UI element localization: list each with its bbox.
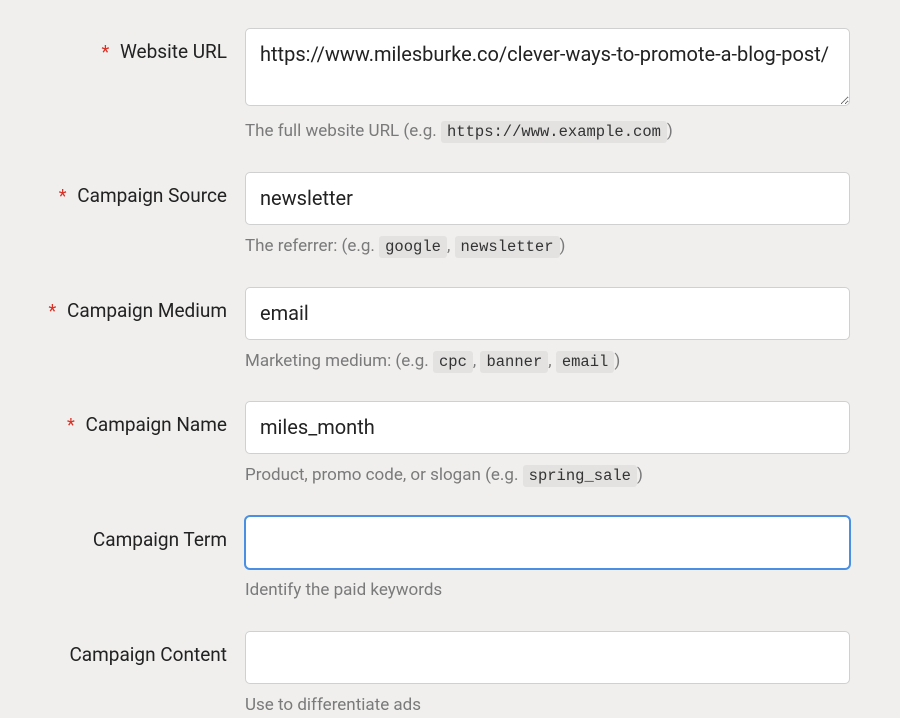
help-website-url: The full website URL (e.g. https://www.e…	[245, 120, 850, 144]
help-prefix: The referrer: (e.g.	[245, 236, 379, 256]
input-col: Marketing medium: (e.g. cpc, banner, ema…	[245, 287, 850, 374]
label-campaign-term: Campaign Term	[30, 516, 245, 551]
help-code: https://www.example.com	[441, 121, 667, 143]
input-col: The referrer: (e.g. google, newsletter)	[245, 172, 850, 259]
row-campaign-content: Campaign Content Use to differentiate ad…	[30, 631, 850, 718]
input-col: Use to differentiate ads	[245, 631, 850, 718]
required-icon: *	[102, 42, 110, 63]
label-website-url: * Website URL	[30, 28, 245, 63]
help-code: google	[379, 236, 447, 258]
help-prefix: Identify the paid keywords	[245, 580, 442, 600]
label-text: Campaign Term	[93, 528, 227, 551]
campaign-term-input[interactable]	[245, 516, 850, 569]
label-campaign-source: * Campaign Source	[30, 172, 245, 207]
label-text: Website URL	[120, 40, 227, 63]
help-suffix: )	[637, 465, 643, 485]
label-text: Campaign Source	[77, 184, 227, 207]
help-campaign-term: Identify the paid keywords	[245, 579, 850, 603]
label-text: Campaign Content	[69, 643, 227, 666]
row-campaign-source: * Campaign Source The referrer: (e.g. go…	[30, 172, 850, 259]
input-col: Identify the paid keywords	[245, 516, 850, 603]
help-campaign-medium: Marketing medium: (e.g. cpc, banner, ema…	[245, 350, 850, 374]
row-campaign-term: Campaign Term Identify the paid keywords	[30, 516, 850, 603]
row-website-url: * Website URL The full website URL (e.g.…	[30, 28, 850, 144]
sep: ,	[447, 236, 455, 256]
help-campaign-name: Product, promo code, or slogan (e.g. spr…	[245, 464, 850, 488]
help-suffix: )	[614, 351, 620, 371]
label-campaign-medium: * Campaign Medium	[30, 287, 245, 322]
help-code: newsletter	[455, 236, 560, 258]
sep: ,	[548, 351, 556, 371]
campaign-content-input[interactable]	[245, 631, 850, 684]
required-icon: *	[67, 415, 75, 436]
help-prefix: The full website URL (e.g.	[245, 121, 441, 141]
help-code: email	[556, 351, 615, 373]
help-prefix: Use to differentiate ads	[245, 695, 421, 715]
help-code: banner	[480, 351, 548, 373]
label-text: Campaign Name	[86, 413, 228, 436]
help-suffix: )	[560, 236, 566, 256]
row-campaign-name: * Campaign Name Product, promo code, or …	[30, 401, 850, 488]
label-campaign-name: * Campaign Name	[30, 401, 245, 436]
help-suffix: )	[667, 121, 673, 141]
help-campaign-content: Use to differentiate ads	[245, 694, 850, 718]
required-icon: *	[59, 186, 67, 207]
label-text: Campaign Medium	[67, 299, 227, 322]
campaign-name-input[interactable]	[245, 401, 850, 454]
label-campaign-content: Campaign Content	[30, 631, 245, 666]
required-icon: *	[49, 301, 57, 322]
input-col: The full website URL (e.g. https://www.e…	[245, 28, 850, 144]
campaign-source-input[interactable]	[245, 172, 850, 225]
campaign-medium-input[interactable]	[245, 287, 850, 340]
row-campaign-medium: * Campaign Medium Marketing medium: (e.g…	[30, 287, 850, 374]
help-code: cpc	[433, 351, 473, 373]
help-campaign-source: The referrer: (e.g. google, newsletter)	[245, 235, 850, 259]
help-prefix: Product, promo code, or slogan (e.g.	[245, 465, 523, 485]
help-code: spring_sale	[523, 465, 637, 487]
help-prefix: Marketing medium: (e.g.	[245, 351, 433, 371]
website-url-input[interactable]	[245, 28, 850, 106]
input-col: Product, promo code, or slogan (e.g. spr…	[245, 401, 850, 488]
